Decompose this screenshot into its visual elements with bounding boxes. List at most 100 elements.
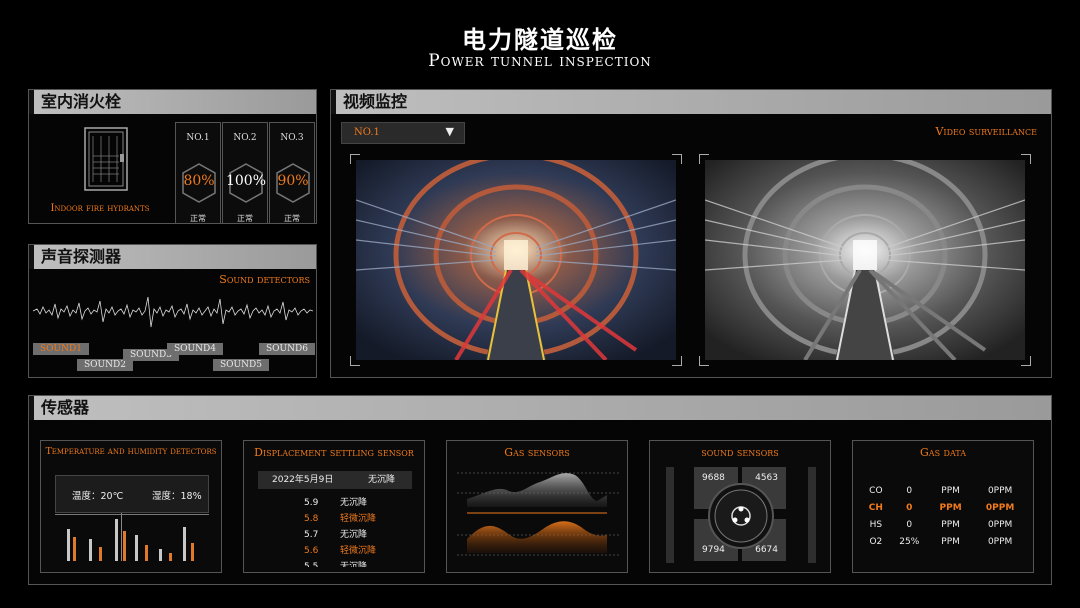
hydrant-label: Indoor fire hydrants (50, 203, 150, 214)
hydrant-item-1[interactable]: NO.1 80% 正常 (175, 122, 221, 224)
gas-name: O2 (869, 536, 883, 547)
temperature-value: 温度：20℃ (72, 491, 124, 502)
frame-corner (672, 154, 682, 164)
camera-feed-grayscale[interactable] (705, 160, 1025, 360)
frame-corner (699, 154, 709, 164)
gas-val: 0 (906, 485, 913, 496)
frame-corner (350, 154, 360, 164)
hydrant-item-2[interactable]: NO.2 100% 正常 (222, 122, 268, 224)
table-row: O2 25% PPM 0PPM (862, 533, 1028, 550)
chevron-down-icon: ▼ (445, 125, 454, 138)
sound-tag-6[interactable]: SOUND6 (259, 343, 315, 355)
camera-select[interactable]: NO.1 ▼ (341, 122, 465, 144)
date-status: 无沉降 (368, 475, 396, 485)
sound-sensors-card: sound sensors 9688 4563 9794 6674 (649, 440, 831, 573)
displacement-list: 5.9 无沉降 5.8 轻微沉降 5.7 无沉降 5.6 轻微沉降 5.5 无沉降 (244, 495, 426, 567)
video-panel-title: 视频监控 (331, 90, 1051, 114)
hydrant-no: NO.1 (186, 133, 210, 143)
disp-value: 5.6 (304, 546, 319, 556)
disp-status: 轻微沉降 (340, 546, 377, 556)
date-row: 2022年5月9日 无沉降 (258, 471, 412, 489)
gas-val: 0 (906, 502, 913, 513)
hydrant-panel-title: 室内消火栓 (29, 90, 316, 114)
list-item: 5.6 轻微沉降 (244, 543, 426, 559)
gas-ppm: 0PPM (987, 485, 1013, 496)
side-bar (666, 467, 674, 563)
hydrant-no: NO.3 (280, 133, 304, 143)
disp-value: 5.9 (304, 498, 319, 508)
displacement-card: Displacement settling sensor 2022年5月9日 无… (243, 440, 425, 573)
divider (55, 514, 209, 515)
card-title: Gas sensors (504, 446, 570, 459)
disp-value: 5.5 (304, 562, 319, 567)
gas-val: 0 (906, 519, 913, 530)
sound-hub-icon[interactable] (708, 483, 774, 549)
hydrant-pct: 90% (277, 173, 309, 189)
frame-corner (350, 356, 360, 366)
page-subtitle: Power tunnel inspection (428, 51, 652, 71)
table-row: CH 0 PPM 0PPM (862, 499, 1028, 516)
disp-status: 无沉降 (340, 530, 368, 540)
gas-data-table: CO 0 PPM 0PPM CH 0 PPM 0PPM HS 0 PPM 0PPM O2 25% PP… (862, 482, 1028, 550)
list-item: 5.7 无沉降 (244, 527, 426, 543)
sound-waveform (33, 296, 313, 328)
sound-tag-5[interactable]: SOUND5 (213, 359, 269, 371)
gas-ppm: 0PPM (985, 502, 1015, 513)
side-bar (808, 467, 816, 563)
temp-humidity-card: Temperature and humidity detectors 温度：20… (40, 440, 222, 573)
disp-status: 无沉降 (340, 562, 368, 567)
card-title: Temperature and humidity detectors (45, 446, 217, 457)
sound-tag-4[interactable]: SOUND4 (167, 343, 223, 355)
gas-unit: PPM (941, 519, 960, 530)
gas-name: CO (869, 485, 883, 496)
tile-value: 4563 (755, 473, 778, 483)
card-title: sound sensors (701, 446, 779, 459)
disp-status: 轻微沉降 (340, 514, 377, 524)
gas-val: 25% (899, 536, 920, 547)
list-item: 5.5 无沉降 (244, 559, 426, 567)
gas-unit: PPM (939, 502, 962, 513)
camera-select-value: NO.1 (354, 127, 380, 138)
temp-box: 温度：20℃ 湿度：18% (55, 475, 209, 513)
gas-name: HS (869, 519, 883, 530)
frame-corner (672, 356, 682, 366)
hydrant-item-3[interactable]: NO.3 90% 正常 (269, 122, 315, 224)
gas-sensors-card: Gas sensors (446, 440, 628, 573)
hydrant-panel: 室内消火栓 Indoor fire hydrants NO.1 80% 正常 N… (28, 89, 317, 224)
disp-value: 5.7 (304, 530, 319, 540)
video-label: Video surveillance (935, 125, 1037, 138)
sound-tag-1[interactable]: SOUND1 (33, 343, 89, 355)
frame-corner (1021, 356, 1031, 366)
gas-area-chart (457, 472, 619, 556)
hydrant-pct: 100% (225, 173, 267, 189)
gas-unit: PPM (941, 485, 960, 496)
gas-ppm: 0PPM (987, 536, 1013, 547)
hydrant-pct: 80% (183, 173, 215, 189)
temp-bar-chart (67, 519, 194, 561)
sound-panel: 声音探测器 Sound detectors SOUND1 SOUND2 SOUN… (28, 244, 317, 378)
hydrant-cabinet-icon (83, 126, 129, 192)
card-title: Displacement settling sensor (254, 446, 414, 459)
table-row: CO 0 PPM 0PPM (862, 482, 1028, 499)
tile-value: 9688 (702, 473, 725, 483)
card-title: Gas data (920, 446, 966, 459)
hydrant-no: NO.2 (233, 133, 257, 143)
list-item: 5.9 无沉降 (244, 495, 426, 511)
sound-panel-title: 声音探测器 (29, 245, 316, 269)
hydrant-status: 正常 (190, 214, 206, 223)
humidity-value: 湿度：18% (152, 491, 202, 502)
hydrant-status: 正常 (237, 214, 253, 223)
date-value: 2022年5月9日 (272, 475, 334, 485)
camera-feed-color[interactable] (356, 160, 676, 360)
gas-unit: PPM (941, 536, 960, 547)
frame-corner (1021, 154, 1031, 164)
gas-name: CH (868, 502, 883, 513)
gas-ppm: 0PPM (987, 519, 1013, 530)
hydrant-status: 正常 (284, 214, 300, 223)
list-item: 5.8 轻微沉降 (244, 511, 426, 527)
sound-label: Sound detectors (219, 273, 310, 286)
disp-value: 5.8 (304, 514, 319, 524)
table-row: HS 0 PPM 0PPM (862, 516, 1028, 533)
sensors-panel-title: 传感器 (29, 396, 1051, 420)
page-title: 电力隧道巡检 (462, 26, 618, 54)
